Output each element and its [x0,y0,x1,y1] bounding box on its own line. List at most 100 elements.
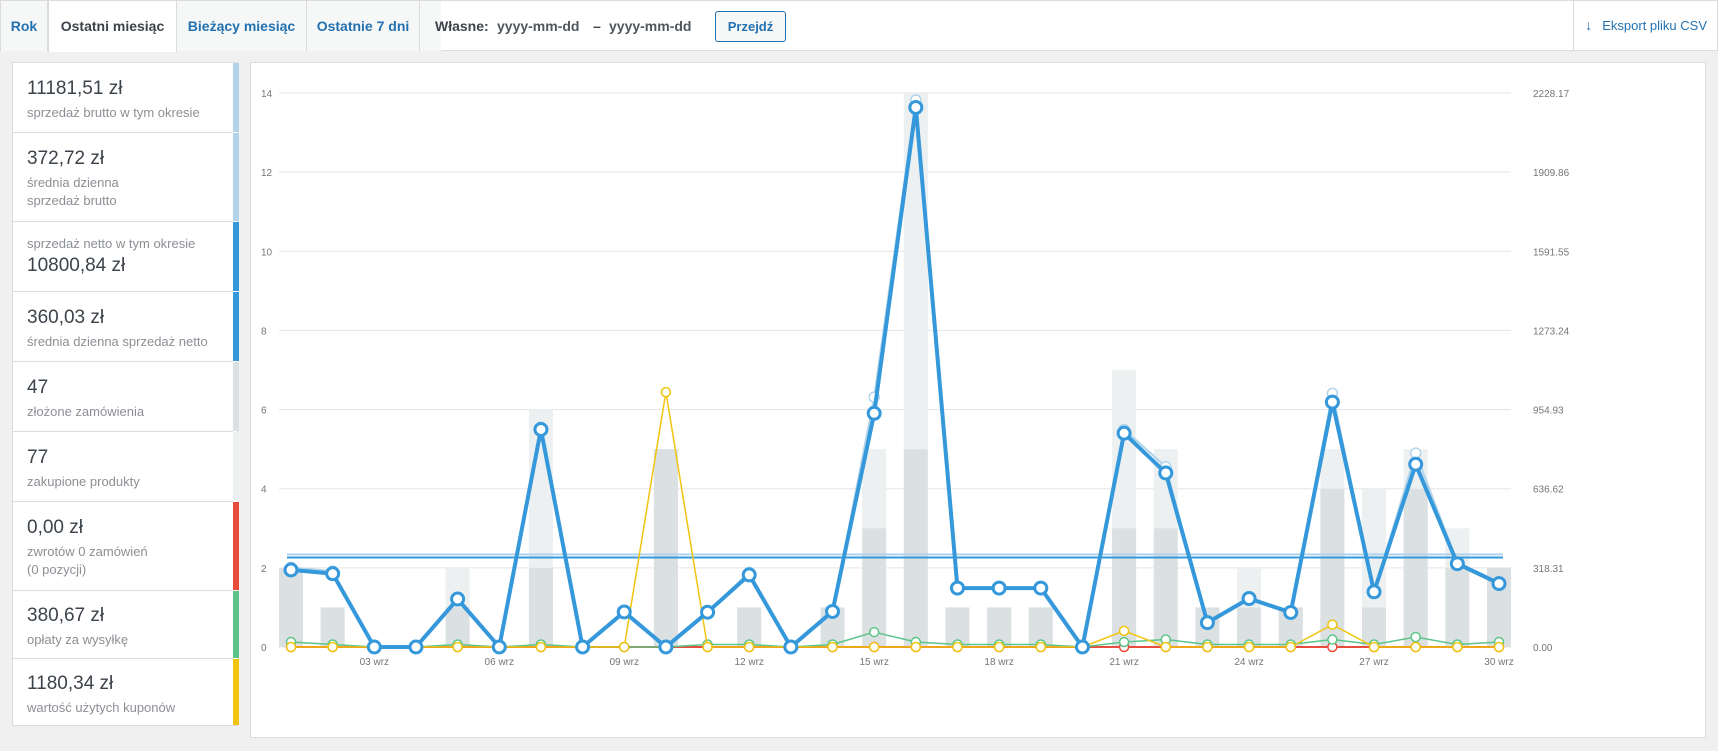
series-point [1202,641,1213,653]
series-point [285,641,297,653]
y-left-tick-label: 12 [261,168,273,179]
legend-item-coupons[interactable]: 1180,34 zł wartość użytych kuponów [13,659,239,725]
orders-bar [653,449,678,647]
series-point [1491,576,1507,592]
y-left-tick-label: 0 [261,643,267,654]
x-tick-label: 03 wrz [360,657,389,668]
y-right-tick-label: 954.93 [1533,406,1564,417]
x-tick-label: 24 wrz [1234,657,1263,668]
legend-value: 47 [27,377,49,398]
legend-item-net-sales[interactable]: sprzedaż netto w tym okresie 10800,84 zł [13,222,239,292]
series-line [290,105,1500,649]
series-point [1243,641,1255,653]
legend-label: sprzedaż brutto w tym okresie [27,105,200,120]
legend-label-line2: (0 pozycji) [27,562,87,577]
series-point [1410,631,1421,643]
series-point [491,639,507,655]
go-button[interactable]: Przejdź [715,11,786,42]
series-point [1324,394,1340,410]
series-point [868,641,880,653]
series-point [1408,456,1424,472]
series-point [700,604,716,620]
series-line [290,99,1500,648]
series-point [1118,625,1130,637]
legend-color-swatch [233,502,239,590]
tab-last-7-days[interactable]: Ostatnie 7 dni [307,1,419,51]
series-point [535,641,547,653]
legend-color-swatch [233,432,239,501]
legend-item-orders[interactable]: 47 złożone zamówienia [13,362,239,432]
y-left-tick-label: 14 [261,89,273,100]
x-tick-label: 15 wrz [859,657,888,668]
legend-color-swatch [233,63,239,132]
y-right-tick-label: 1909.86 [1533,168,1570,179]
legend-value: 0,00 zł [27,517,83,538]
sales-chart: 0 2 4 6 8 10 12 14 0.00 318.31 636.62 954.93 1273.24… [250,62,1706,738]
series-point [1074,639,1090,655]
series-point [949,580,965,596]
download-arrow-icon: ↓ [1585,17,1593,33]
series-point [1160,641,1172,653]
orders-bar [903,449,928,647]
export-csv-label: Eksport pliku CSV [1602,18,1707,33]
y-left-tick-label: 4 [261,485,267,496]
series-point [1241,591,1257,607]
series-point [1118,636,1130,648]
tab-year[interactable]: Rok [1,1,47,51]
series-point [1493,641,1505,653]
y-right-tick-label: 1273.24 [1533,326,1570,337]
series-line [290,631,1500,648]
legend-value: 372,72 zł [27,148,105,169]
series-point [325,566,341,582]
series-point [910,641,922,653]
series-point [908,99,924,115]
series-point [741,567,757,583]
legend-color-swatch [233,133,239,221]
orders-bar [1403,488,1428,647]
start-date-input[interactable] [497,16,589,36]
end-date-input[interactable] [609,16,701,36]
series-point [1199,615,1215,631]
series-point [825,603,841,619]
range-separator: – [593,18,601,34]
x-tick-label: 21 wrz [1109,657,1138,668]
series-point [1116,425,1132,441]
legend-color-swatch [233,659,239,725]
custom-range-label: Własne: [435,18,489,34]
series-point [868,626,880,638]
series-point [1409,447,1422,459]
series-point [616,604,632,620]
y-left-tick-label: 2 [261,564,267,575]
series-point [1368,641,1380,653]
series-point [991,580,1007,596]
series-point [1449,556,1465,572]
y-left-tick-label: 8 [261,326,267,337]
series-point [1158,465,1174,481]
series-point [452,641,463,653]
tab-last-month[interactable]: Ostatni miesiąc [48,1,177,52]
legend-item-gross-sales[interactable]: 11181,51 zł sprzedaż brutto w tym okresi… [13,63,239,133]
y-left-tick-label: 10 [261,247,273,258]
series-point [993,641,1005,653]
tab-current-month[interactable]: Bieżący miesiąc [177,1,306,51]
export-divider [1573,1,1574,51]
legend-value: 1180,34 zł [27,673,114,694]
series-point [952,641,963,653]
x-tick-label: 09 wrz [610,657,639,668]
legend-item-avg-net-sales[interactable]: 360,03 zł średnia dzienna sprzedaż netto [13,292,239,362]
series-point [1285,641,1296,653]
orders-bar [1445,567,1470,647]
legend-item-shipping[interactable]: 380,67 zł opłaty za wysyłkę [13,591,239,659]
legend-item-refunds[interactable]: 0,00 zł zwrotów 0 zamówień (0 pozycji) [13,502,239,591]
x-tick-label: 18 wrz [984,657,1013,668]
legend-color-swatch [233,591,239,658]
export-csv-link[interactable]: ↓ Eksport pliku CSV [1585,1,1707,50]
x-tick-label: 12 wrz [734,657,763,668]
legend-label: średnia dzienna sprzedaż netto [27,334,208,349]
series-point [1327,619,1338,630]
y-right-tick-label: 1591.55 [1533,247,1570,258]
x-tick-label: 06 wrz [485,657,514,668]
x-tick-label: 30 wrz [1484,657,1513,668]
legend-item-items[interactable]: 77 zakupione produkty [13,432,239,502]
legend-item-avg-gross-sales[interactable]: 372,72 zł średnia dzienna sprzedaż brutt… [13,133,239,222]
